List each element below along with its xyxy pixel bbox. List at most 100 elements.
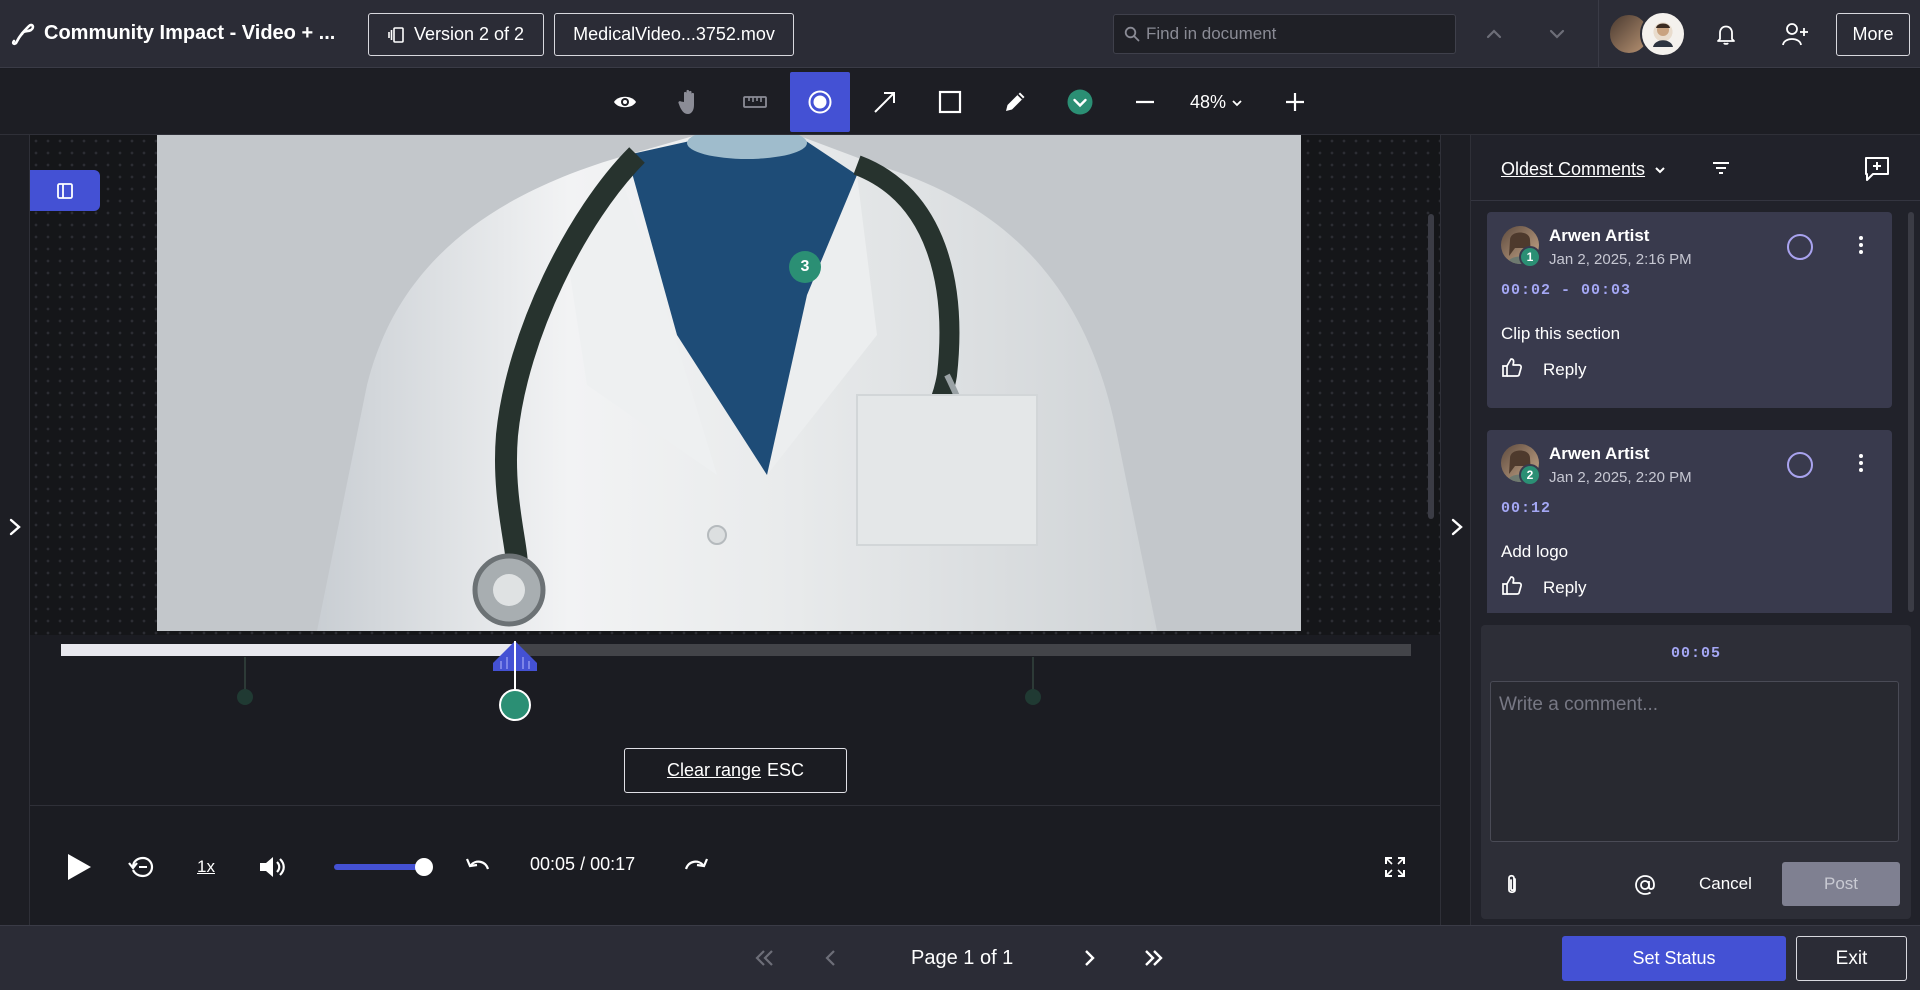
- user-avatar[interactable]: [1640, 11, 1686, 57]
- comments-panel-divider: [1440, 135, 1471, 925]
- left-rail: [0, 135, 30, 925]
- search-icon: [1124, 26, 1140, 42]
- comment-author: Arwen Artist: [1549, 444, 1650, 463]
- first-page-icon[interactable]: [754, 947, 776, 969]
- exit-button[interactable]: Exit: [1796, 936, 1907, 981]
- app-logo-icon[interactable]: [10, 21, 36, 47]
- collapse-comments-panel-icon[interactable]: [1448, 517, 1466, 537]
- notification-bell-icon[interactable]: [1712, 20, 1740, 48]
- resolve-toggle[interactable]: [1787, 452, 1813, 478]
- comment-card[interactable]: 2 Arwen Artist Jan 2, 2025, 2:20 PM 00:1…: [1487, 430, 1892, 613]
- timeline-track[interactable]: [61, 644, 1411, 656]
- version-button[interactable]: Version 2 of 2: [368, 13, 544, 56]
- add-user-icon[interactable]: [1780, 20, 1810, 48]
- like-icon[interactable]: [1501, 574, 1523, 596]
- video-frame[interactable]: [157, 135, 1301, 631]
- player-controls: 1x 00:05 / 00:17: [30, 805, 1440, 925]
- pagination-bar: Page 1 of 1 Set Status Exit: [0, 925, 1920, 990]
- file-label: MedicalVideo...3752.mov: [573, 24, 775, 44]
- comments-list: 1 Arwen Artist Jan 2, 2025, 2:16 PM 00:0…: [1471, 202, 1920, 613]
- next-page-icon[interactable]: [1078, 947, 1100, 969]
- volume-slider-handle[interactable]: [415, 858, 433, 876]
- comment-timecode[interactable]: 00:02 - 00:03: [1501, 282, 1631, 299]
- stage-scrollbar[interactable]: [1428, 214, 1434, 519]
- timeline-progress: [61, 644, 515, 656]
- zoom-level: 48%: [1190, 92, 1227, 112]
- pencil-icon[interactable]: [985, 72, 1045, 132]
- search-input[interactable]: [1146, 24, 1436, 44]
- play-icon[interactable]: [62, 850, 96, 884]
- square-icon[interactable]: [920, 72, 980, 132]
- composer-timecode[interactable]: 00:05: [1481, 645, 1911, 662]
- top-bar: Community Impact - Video + ... Version 2…: [0, 0, 1920, 68]
- comments-scrollbar[interactable]: [1908, 212, 1914, 612]
- cancel-button[interactable]: Cancel: [1699, 874, 1752, 894]
- next-result-icon[interactable]: [1543, 20, 1571, 48]
- timeline-comment-pin[interactable]: [1025, 657, 1041, 705]
- zoom-out-icon[interactable]: [1115, 72, 1175, 132]
- comment-number-badge: 2: [1519, 464, 1541, 486]
- more-button[interactable]: More: [1836, 13, 1910, 56]
- timeline-comment-pin[interactable]: [237, 657, 253, 705]
- comment-text: Clip this section: [1501, 324, 1621, 343]
- panel-toggle-button[interactable]: [30, 170, 100, 211]
- clear-range-button[interactable]: Clear range ESC: [624, 748, 847, 793]
- attachment-icon[interactable]: [1503, 873, 1521, 897]
- comment-marker[interactable]: 3: [789, 251, 821, 283]
- set-status-button[interactable]: Set Status: [1562, 936, 1786, 981]
- arrow-icon[interactable]: [855, 72, 915, 132]
- chevron-down-icon: [1230, 96, 1244, 110]
- chevron-down-icon: [1653, 163, 1667, 177]
- forward-icon[interactable]: [680, 852, 712, 882]
- rewind-icon[interactable]: [462, 852, 494, 882]
- comment-date: Jan 2, 2025, 2:20 PM: [1549, 469, 1692, 486]
- status-check-icon[interactable]: [1050, 72, 1110, 132]
- playback-speed-button[interactable]: 1x: [190, 852, 222, 882]
- divider: [1598, 0, 1599, 68]
- fullscreen-icon[interactable]: [1380, 852, 1410, 882]
- more-label: More: [1852, 24, 1894, 44]
- volume-icon[interactable]: [256, 852, 288, 882]
- loop-icon[interactable]: [126, 852, 158, 882]
- reply-button[interactable]: Reply: [1543, 578, 1586, 598]
- comment-composer: 00:05 Cancel Post: [1481, 625, 1911, 919]
- resolve-toggle[interactable]: [1787, 234, 1813, 260]
- expand-left-panel-icon[interactable]: [6, 517, 24, 537]
- sidebar-panel-icon: [57, 182, 73, 199]
- file-button[interactable]: MedicalVideo...3752.mov: [554, 13, 794, 56]
- eye-icon[interactable]: [595, 72, 655, 132]
- page-indicator: Page 1 of 1: [911, 947, 1014, 969]
- zoom-in-icon[interactable]: [1265, 72, 1325, 132]
- comment-card[interactable]: 1 Arwen Artist Jan 2, 2025, 2:16 PM 00:0…: [1487, 212, 1892, 408]
- post-button[interactable]: Post: [1782, 862, 1900, 906]
- zoom-dropdown[interactable]: 48%: [1190, 92, 1244, 113]
- add-comment-icon[interactable]: [1863, 155, 1891, 183]
- ruler-icon[interactable]: [725, 72, 785, 132]
- comment-marker-number: 3: [800, 258, 810, 275]
- comment-date: Jan 2, 2025, 2:16 PM: [1549, 251, 1692, 268]
- kebab-menu-icon[interactable]: [1857, 234, 1865, 256]
- kebab-menu-icon[interactable]: [1857, 452, 1865, 474]
- last-page-icon[interactable]: [1142, 947, 1164, 969]
- volume-slider[interactable]: [334, 864, 424, 870]
- comment-timecode[interactable]: 00:12: [1501, 500, 1551, 517]
- playhead[interactable]: [492, 641, 537, 721]
- sort-dropdown[interactable]: Oldest Comments: [1501, 159, 1667, 180]
- comment-input[interactable]: [1490, 681, 1899, 842]
- version-label: Version 2 of 2: [413, 24, 525, 44]
- comments-panel-header: Oldest Comments: [1471, 135, 1920, 201]
- playback-speed: 1x: [197, 857, 215, 876]
- comment-number-badge: 1: [1519, 246, 1541, 268]
- comment-author: Arwen Artist: [1549, 226, 1650, 245]
- like-icon[interactable]: [1501, 356, 1523, 378]
- record-icon[interactable]: [790, 72, 850, 132]
- filter-icon[interactable]: [1711, 159, 1731, 177]
- previous-page-icon[interactable]: [820, 947, 842, 969]
- clear-range-shortcut: ESC: [767, 760, 805, 780]
- duration: 00:17: [590, 854, 636, 874]
- previous-result-icon[interactable]: [1480, 20, 1508, 48]
- find-in-document: [1113, 14, 1456, 54]
- hand-icon[interactable]: [660, 72, 720, 132]
- reply-button[interactable]: Reply: [1543, 360, 1586, 380]
- mention-icon[interactable]: [1633, 873, 1657, 897]
